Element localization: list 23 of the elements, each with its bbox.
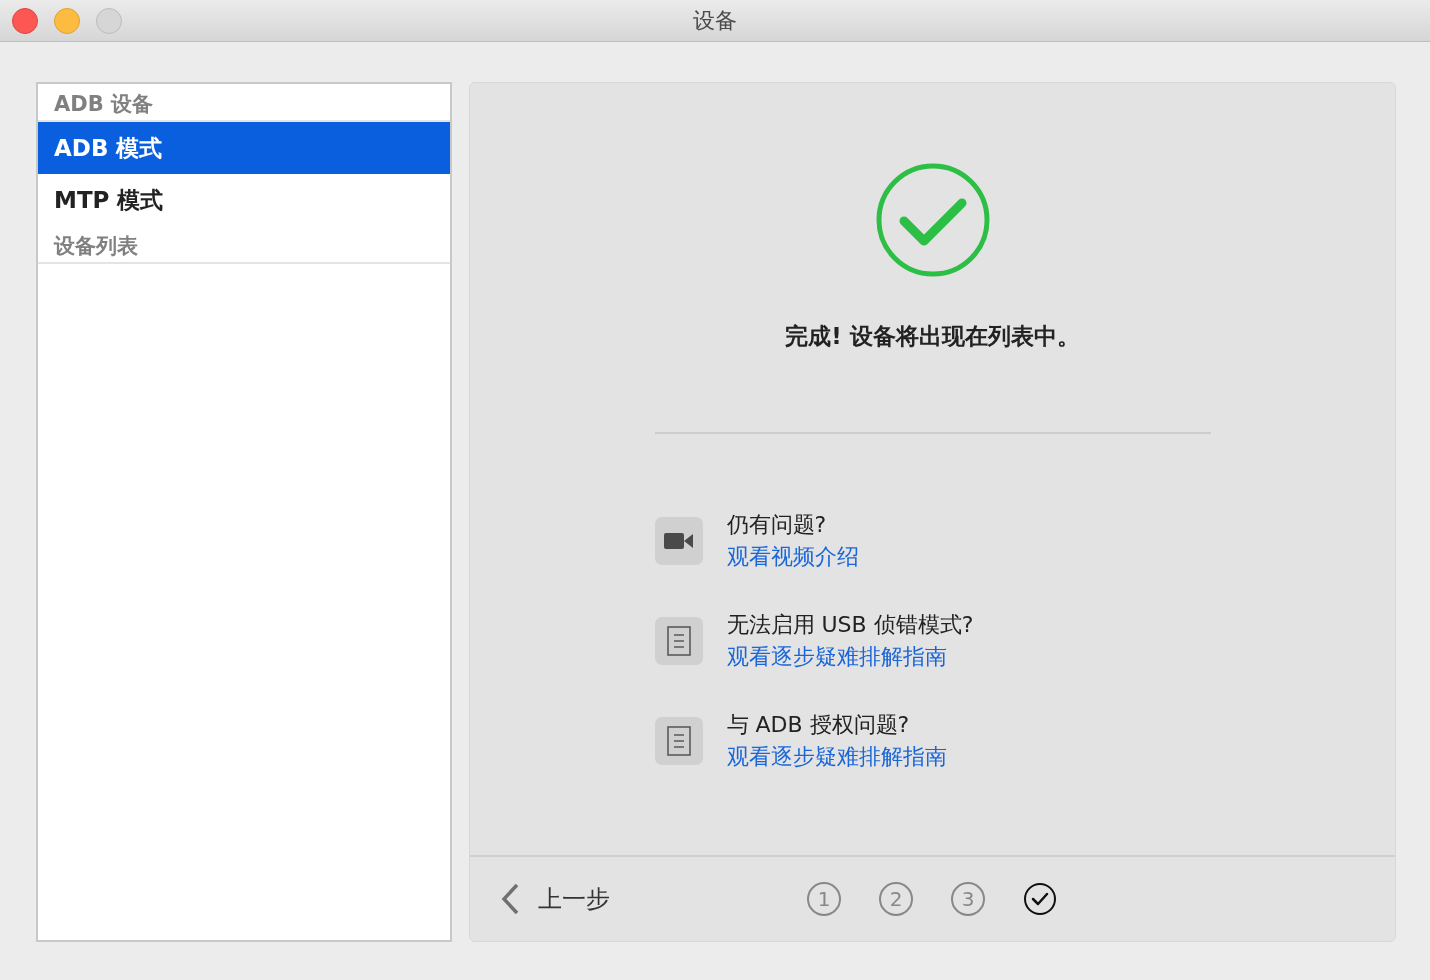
help-link[interactable]: 观看逐步疑难排解指南 — [726, 742, 947, 772]
window-title: 设备 — [693, 6, 737, 35]
chevron-left-icon — [500, 883, 520, 915]
document-icon — [666, 626, 691, 656]
video-camera-icon — [663, 532, 694, 550]
help-question: 仍有问题? — [726, 511, 828, 539]
help-question: 无法启用 USB 侦错模式? — [726, 611, 974, 639]
step-indicator: 3 — [951, 882, 985, 916]
sidebar-item[interactable]: MTP 模式 — [38, 174, 450, 226]
step-indicator: 2 — [879, 882, 913, 916]
help-question: 与 ADB 授权问题? — [726, 711, 911, 739]
sidebar-item[interactable]: ADB 模式 — [38, 122, 450, 174]
help-link[interactable]: 观看视频介绍 — [726, 542, 859, 572]
help-link[interactable]: 观看逐步疑难排解指南 — [726, 642, 974, 672]
close-button[interactable] — [12, 8, 38, 34]
section-header: 设备列表 — [38, 226, 450, 264]
success-check-icon — [875, 163, 990, 277]
status-message: 完成! 设备将出现在列表中。 — [785, 322, 1080, 351]
zoom-button[interactable] — [96, 8, 122, 34]
back-button[interactable]: 上一步 — [500, 883, 610, 915]
document-icon — [666, 726, 691, 756]
minimize-button[interactable] — [54, 8, 80, 34]
step-indicator: 1 — [807, 882, 841, 916]
